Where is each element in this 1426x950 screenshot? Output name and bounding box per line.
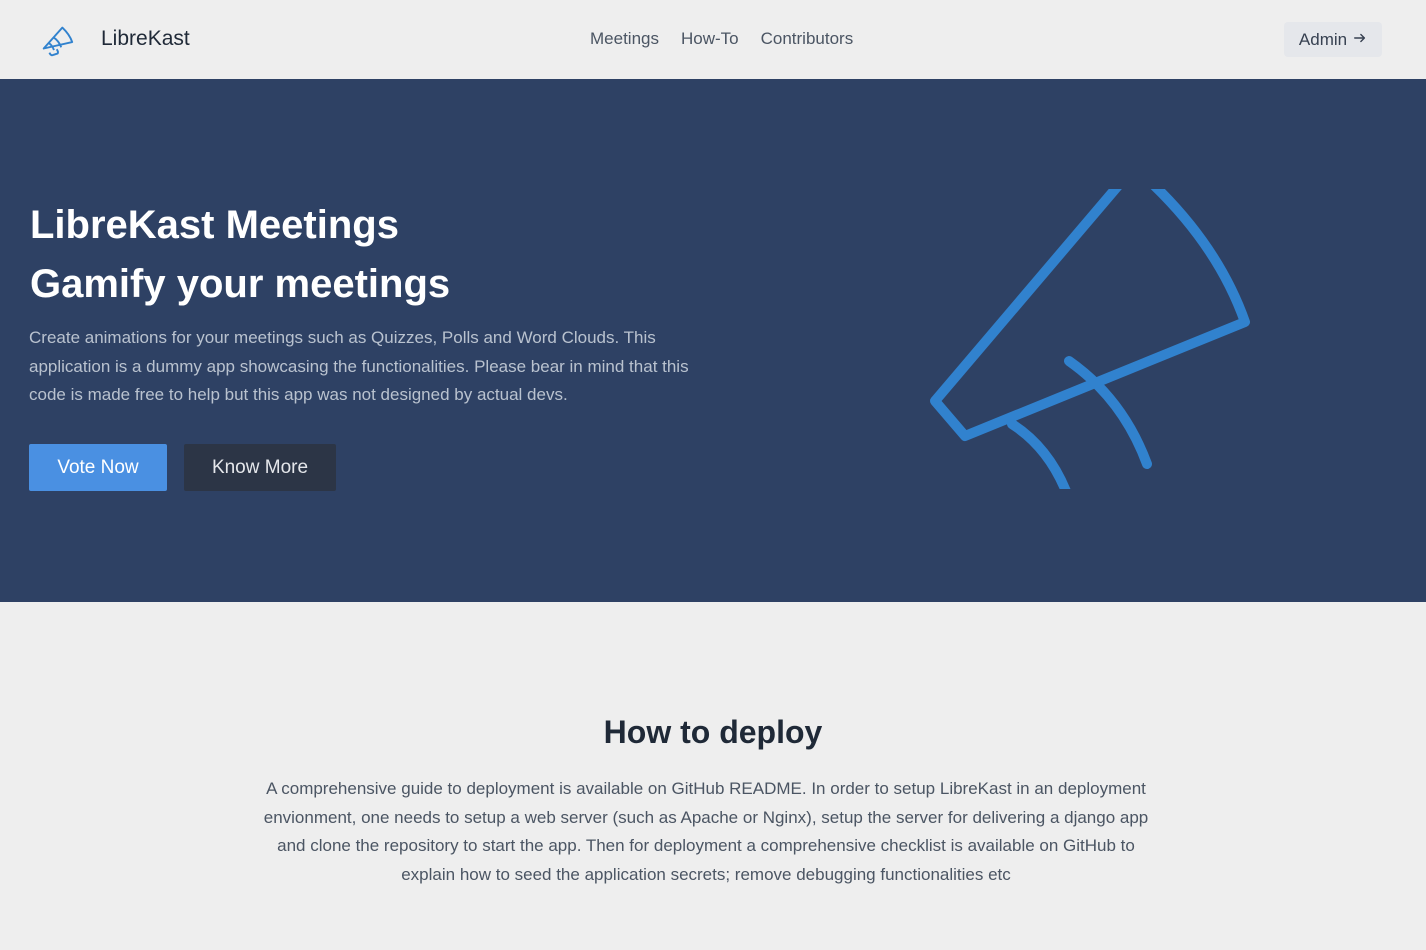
- nav-link-how-to[interactable]: How-To: [681, 29, 739, 49]
- deploy-description: A comprehensive guide to deployment is a…: [263, 779, 1149, 884]
- vote-now-button[interactable]: Vote Now: [29, 444, 167, 491]
- hero-section: LibreKast Meetings Gamify your meetings …: [0, 79, 1426, 602]
- hero-title-line-1: LibreKast Meetings: [30, 203, 399, 247]
- hero-title: LibreKast Meetings Gamify your meetings: [30, 196, 450, 314]
- navbar: LibreKast Meetings How-To Contributors A…: [0, 0, 1426, 79]
- arrow-right-icon: [1353, 30, 1367, 50]
- hero-description: Create animations for your meetings such…: [29, 328, 689, 405]
- nav-link-meetings[interactable]: Meetings: [590, 29, 659, 49]
- brand-name: LibreKast: [101, 27, 190, 50]
- main-nav: Meetings How-To Contributors: [590, 29, 853, 49]
- know-more-button[interactable]: Know More: [184, 444, 336, 491]
- admin-button[interactable]: Admin: [1284, 22, 1382, 57]
- how-to-deploy-section: How to deploy A comprehensive guide to d…: [0, 602, 1426, 950]
- brand-link[interactable]: LibreKast: [38, 20, 190, 58]
- megaphone-logo-icon: [38, 20, 76, 58]
- nav-link-contributors[interactable]: Contributors: [761, 29, 854, 49]
- admin-label: Admin: [1298, 29, 1348, 49]
- megaphone-icon: [925, 162, 1265, 559]
- hero-title-line-2: Gamify your meetings: [30, 262, 451, 306]
- deploy-title: How to deploy: [603, 714, 823, 750]
